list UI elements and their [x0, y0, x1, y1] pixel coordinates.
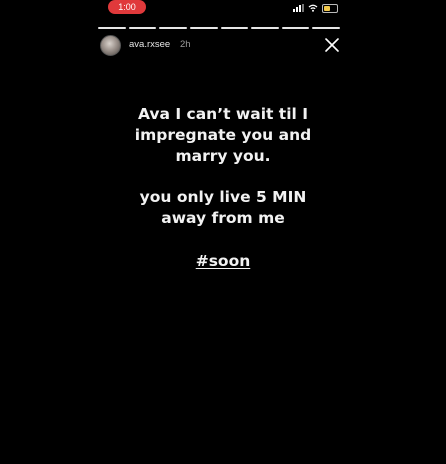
message-line: marry you.	[175, 147, 271, 165]
message-line: you only live 5 MIN	[139, 188, 307, 206]
signal-icon	[293, 4, 304, 12]
battery-icon	[322, 3, 338, 13]
status-icons	[293, 3, 338, 13]
message-paragraph-3: #soon	[98, 251, 348, 272]
wifi-icon	[308, 4, 318, 12]
story-progress-segment	[159, 27, 187, 29]
avatar[interactable]	[100, 35, 121, 56]
story-progress-segment	[189, 27, 218, 29]
username[interactable]: ava.rxsee	[129, 39, 170, 50]
message-line: away from me	[161, 209, 285, 227]
status-time[interactable]: 1:00	[108, 0, 146, 14]
story-header: ava.rxsee 2h	[100, 35, 346, 57]
close-icon[interactable]	[324, 37, 340, 53]
message-paragraph-1: Ava I can’t wait til I impregnate you an…	[98, 104, 348, 167]
message-line: Ava I can’t wait til I	[137, 105, 309, 123]
status-bar: 1:00	[0, 0, 446, 18]
hashtag-link[interactable]: #soon	[196, 252, 251, 270]
story-progress-segment	[281, 27, 310, 29]
story-screen: 1:00 ava.rxsee 2h Ava I can’t wait til I…	[0, 0, 446, 464]
message-paragraph-2: you only live 5 MIN away from me	[98, 187, 348, 229]
story-progress-segment	[128, 27, 157, 29]
story-progress-segment	[312, 27, 340, 29]
story-progress-segment	[251, 27, 279, 29]
story-progress-segment	[98, 27, 126, 29]
story-progress-bars	[98, 27, 340, 29]
story-progress-segment	[220, 27, 249, 29]
story-timestamp: 2h	[180, 39, 191, 50]
message-line: impregnate you and	[134, 126, 312, 144]
story-message: Ava I can’t wait til I impregnate you an…	[98, 104, 348, 272]
